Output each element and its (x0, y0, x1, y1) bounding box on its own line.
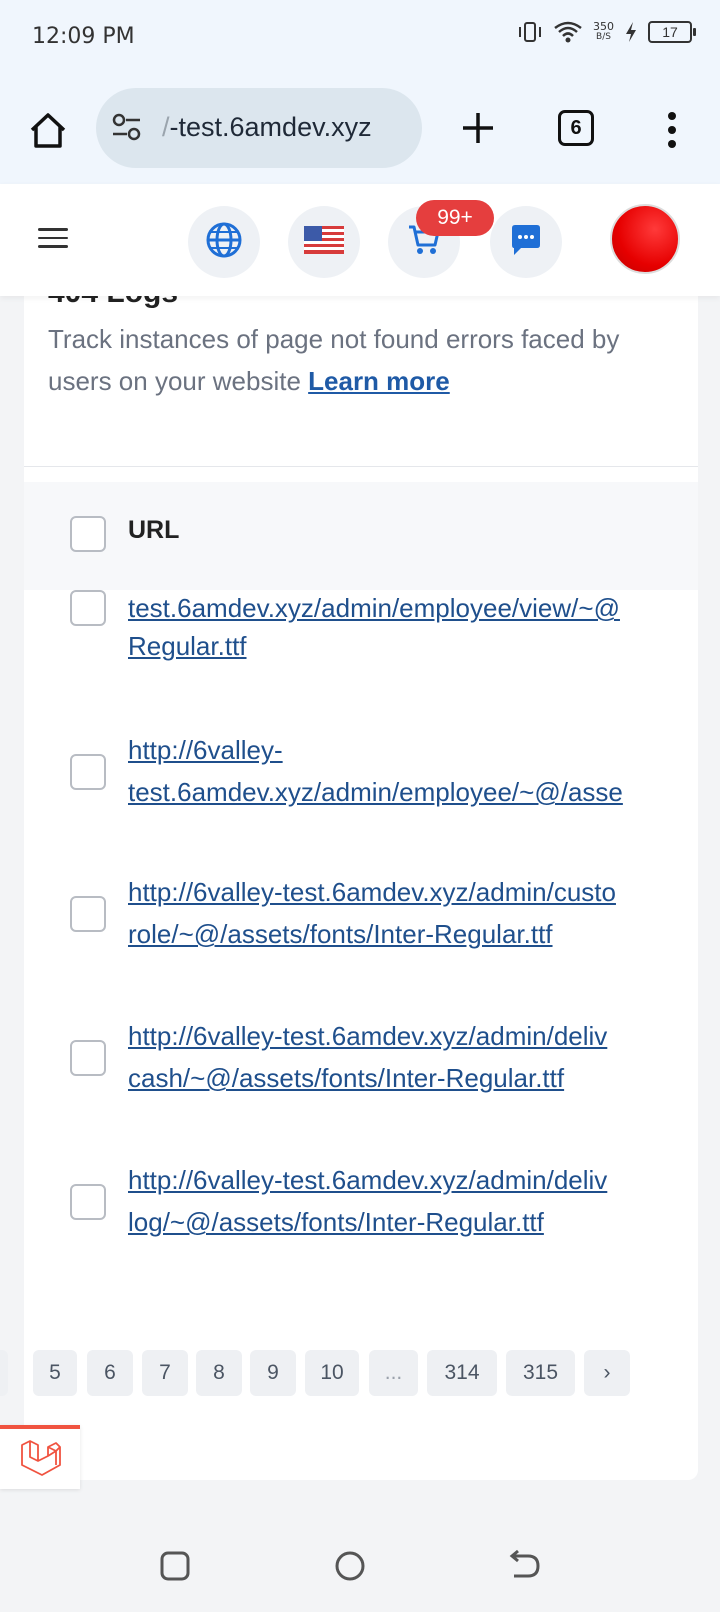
currency-button[interactable] (288, 206, 360, 278)
home-circle-icon[interactable] (330, 1546, 370, 1586)
cart-badge: 99+ (416, 200, 494, 236)
globe-icon (205, 221, 243, 264)
next-page-button[interactable]: › (584, 1350, 630, 1396)
page-button[interactable]: 9 (250, 1350, 296, 1396)
row-url-link[interactable]: test.6amdev.xyz/admin/employee/view/~@ (128, 588, 698, 628)
row-checkbox[interactable] (70, 1184, 106, 1220)
status-time: 12:09 PM (32, 24, 135, 49)
site-settings-icon[interactable] (110, 112, 144, 147)
wifi-icon (553, 20, 583, 44)
row-url-link[interactable]: http://6valley-test.6amdev.xyz/admin/del… (128, 1160, 698, 1200)
net-speed: 350 B/S (593, 20, 614, 42)
url-text[interactable]: /-test.6amdev.xyz (162, 112, 372, 143)
hamburger-icon[interactable] (38, 228, 68, 250)
browser-toolbar: /-test.6amdev.xyz 6 (0, 72, 720, 184)
row-url-link[interactable]: test.6amdev.xyz/admin/employee/~@/asse (128, 772, 698, 812)
row-checkbox[interactable] (70, 590, 106, 626)
select-all-checkbox[interactable] (70, 516, 106, 552)
status-bar: 12:09 PM 350 B/S 17 (0, 0, 720, 72)
chat-icon (508, 222, 544, 263)
page-button[interactable]: 8 (196, 1350, 242, 1396)
row-checkbox[interactable] (70, 1040, 106, 1076)
page-button[interactable]: 7 (142, 1350, 188, 1396)
page-button[interactable]: 314 (427, 1350, 497, 1396)
charging-icon (624, 21, 638, 43)
page-button[interactable]: 5 (33, 1350, 77, 1396)
page-button[interactable]: 315 (506, 1350, 575, 1396)
messages-button[interactable] (490, 206, 562, 278)
back-icon[interactable] (504, 1546, 544, 1586)
row-checkbox[interactable] (70, 896, 106, 932)
us-flag-icon (304, 225, 344, 259)
app-header: 99+ (0, 184, 720, 296)
row-url-link[interactable]: role/~@/assets/fonts/Inter-Regular.ttf (128, 914, 698, 954)
page-button[interactable]: 4 (0, 1350, 8, 1396)
vibrate-icon (517, 20, 543, 44)
battery-icon: 17 (648, 21, 696, 43)
row-url-link[interactable]: http://6valley- (128, 730, 698, 770)
new-tab-icon[interactable] (458, 108, 498, 148)
divider (24, 466, 698, 467)
tabs-icon[interactable]: 6 (558, 110, 594, 146)
table-header: URL (24, 482, 698, 590)
pagination-ellipsis: ... (369, 1350, 418, 1396)
address-bar[interactable]: /-test.6amdev.xyz (96, 88, 422, 168)
system-nav-bar (0, 1520, 720, 1612)
page-button[interactable]: 10 (305, 1350, 359, 1396)
home-icon[interactable] (26, 108, 70, 152)
laravel-debugbar-toggle[interactable] (0, 1425, 80, 1489)
avatar[interactable] (610, 204, 680, 274)
column-url-header: URL (128, 516, 180, 544)
content-card: 404 Logs Track instances of page not fou… (24, 270, 698, 1480)
row-url-link[interactable]: log/~@/assets/fonts/Inter-Regular.ttf (128, 1202, 698, 1242)
language-button[interactable] (188, 206, 260, 278)
row-checkbox[interactable] (70, 754, 106, 790)
laravel-logo-icon (18, 1437, 62, 1482)
row-url-link[interactable]: http://6valley-test.6amdev.xyz/admin/del… (128, 1016, 698, 1056)
row-url-link[interactable]: Regular.ttf (128, 626, 698, 666)
page-description: Track instances of page not found errors… (48, 324, 620, 396)
row-url-link[interactable]: cash/~@/assets/fonts/Inter-Regular.ttf (128, 1058, 698, 1098)
more-menu-icon[interactable] (664, 110, 680, 150)
page-button[interactable]: 6 (87, 1350, 133, 1396)
status-icons: 350 B/S 17 (517, 20, 696, 44)
row-url-link[interactable]: http://6valley-test.6amdev.xyz/admin/cus… (128, 872, 698, 912)
learn-more-link[interactable]: Learn more (308, 366, 450, 396)
recents-icon[interactable] (156, 1546, 196, 1586)
pagination: 4 5 6 7 8 9 10 ... 314 315 › (0, 1350, 680, 1396)
